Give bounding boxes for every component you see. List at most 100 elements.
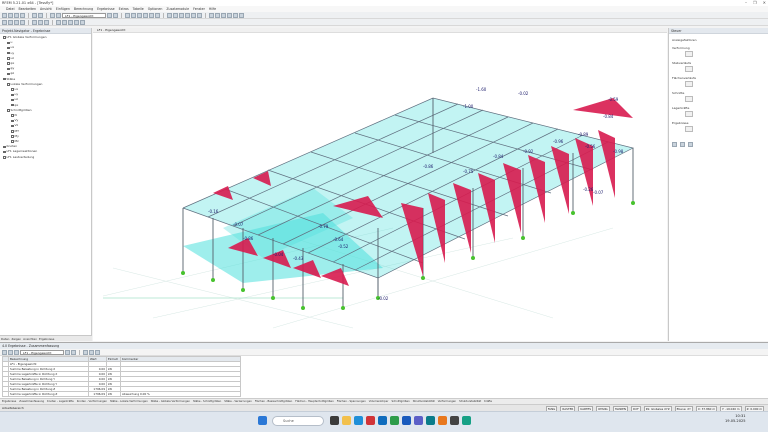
menu-table[interactable]: Tabelle	[133, 7, 144, 11]
tab-node-deformations[interactable]: Knoten - Verformungen	[77, 400, 107, 403]
app-icon[interactable]	[450, 416, 459, 425]
tab-surface-basic-forces[interactable]: Flächen - Basisschnittgrößen	[255, 400, 292, 403]
tab-surface-principal-forces[interactable]: Flächen - Hauptschnittgrößen	[295, 400, 333, 403]
menu-help[interactable]: Hilfe	[209, 7, 216, 11]
undo-icon[interactable]	[32, 12, 37, 18]
delete-icon[interactable]	[197, 12, 202, 18]
results-loadcase-select[interactable]: LF1 - Eigengewicht	[20, 349, 64, 355]
menu-insert[interactable]: Einfügen	[56, 7, 70, 11]
deformation-factor-input[interactable]	[685, 51, 693, 57]
show-values-icon[interactable]	[20, 19, 25, 25]
results-icon[interactable]	[56, 12, 61, 18]
member-diagram-input[interactable]	[685, 66, 693, 72]
radio[interactable]	[11, 114, 14, 117]
table-row[interactable]: Summe Lagerkräfte in Richtung Z 1796.09 kN…	[2, 391, 241, 397]
radio[interactable]	[11, 88, 14, 91]
radio[interactable]	[11, 93, 14, 97]
section-icon[interactable]	[80, 19, 85, 25]
edge-icon[interactable]	[354, 416, 363, 425]
tab-data[interactable]: Daten	[1, 337, 9, 341]
support-force-input[interactable]	[685, 111, 693, 117]
render-solid-icon[interactable]	[38, 19, 43, 25]
surface-diagram-input[interactable]	[685, 81, 693, 87]
checkbox[interactable]	[7, 109, 10, 112]
tab-solids[interactable]: Volumenkörper	[369, 400, 389, 403]
filter-icon[interactable]	[688, 142, 693, 147]
rfem-icon[interactable]	[426, 416, 435, 425]
menu-calculate[interactable]: Berechnung	[74, 7, 93, 11]
tab-summary[interactable]: Zusammenfassung	[19, 400, 44, 403]
tab-views[interactable]: Ansichten	[23, 337, 37, 341]
viewport-tab[interactable]: LF1 - Eigengewicht	[93, 28, 667, 33]
radio[interactable]	[11, 130, 14, 133]
tab-deformations[interactable]: Verformungen	[438, 400, 456, 403]
file-explorer-icon[interactable]	[342, 416, 351, 425]
radio[interactable]	[11, 140, 14, 143]
tab-surface-stresses[interactable]: Flächen - Spannungen	[337, 400, 366, 403]
member-icon[interactable]	[221, 12, 226, 18]
color-scale-icon[interactable]	[680, 142, 685, 147]
next-loadcase-icon[interactable]	[113, 12, 118, 18]
radio[interactable]	[7, 62, 10, 65]
mirror-icon[interactable]	[185, 12, 190, 18]
outlook-icon[interactable]	[378, 416, 387, 425]
open-file-icon[interactable]	[8, 12, 13, 18]
taskbar-search[interactable]: Suche	[272, 416, 324, 426]
copy-icon[interactable]	[191, 12, 196, 18]
tab-stability[interactable]: Strukturstabilität	[413, 400, 435, 403]
select-icon[interactable]	[167, 12, 172, 18]
radio[interactable]	[7, 51, 10, 55]
results-input[interactable]	[685, 126, 693, 132]
tab-results[interactable]: Ergebnisse	[39, 337, 54, 341]
zoom-icon[interactable]	[83, 349, 88, 355]
snap-icon[interactable]	[62, 19, 67, 25]
checkbox[interactable]	[3, 77, 6, 81]
checkbox[interactable]	[3, 36, 6, 39]
render-transparent-icon[interactable]	[44, 19, 49, 25]
print-icon[interactable]	[20, 12, 25, 18]
view-icon[interactable]	[89, 349, 94, 355]
radio[interactable]	[7, 57, 10, 60]
menu-results[interactable]: Ergebnisse	[97, 7, 114, 11]
view-x-icon[interactable]	[131, 12, 136, 18]
tree-item[interactable]: LF1 Lastverteilung	[3, 155, 91, 160]
zoom-all-icon[interactable]	[155, 12, 160, 18]
support-icon[interactable]	[233, 12, 238, 18]
grid-icon[interactable]	[56, 19, 61, 25]
app-icon[interactable]	[462, 416, 471, 425]
menu-window[interactable]: Fenster	[193, 7, 205, 11]
radio[interactable]	[7, 46, 10, 50]
previous-icon[interactable]	[65, 349, 70, 355]
radio[interactable]	[11, 103, 14, 107]
checkbox[interactable]	[3, 145, 6, 149]
filter-icon[interactable]	[8, 349, 13, 355]
model-viewport[interactable]: -1.60 -0.02 -0.59 -1.00 -0.84 -0.86 -0.9…	[93, 28, 667, 341]
move-icon[interactable]	[173, 12, 178, 18]
radio[interactable]	[11, 124, 14, 128]
radio[interactable]	[11, 119, 14, 123]
view-z-icon[interactable]	[143, 12, 148, 18]
start-icon[interactable]	[258, 416, 267, 425]
structure-3d-view[interactable]: -1.60 -0.02 -0.59 -1.00 -0.84 -0.86 -0.9…	[93, 28, 667, 341]
dimension-icon[interactable]	[68, 19, 73, 25]
settings-icon[interactable]	[672, 142, 677, 147]
show-results-icon[interactable]	[14, 19, 19, 25]
menu-tools[interactable]: Extras	[119, 7, 129, 11]
tab-node-support-forces[interactable]: Knoten - Lagerkräfte	[47, 400, 74, 403]
zoom-icon[interactable]	[149, 12, 154, 18]
show-loads-icon[interactable]	[8, 19, 13, 25]
app-icon[interactable]	[366, 416, 375, 425]
new-file-icon[interactable]	[2, 12, 7, 18]
tab-forces[interactable]: Kräfte	[484, 400, 492, 403]
menu-options[interactable]: Optionen	[148, 7, 163, 11]
table-icon[interactable]	[2, 349, 7, 355]
comment-icon[interactable]	[74, 19, 79, 25]
word-icon[interactable]	[402, 416, 411, 425]
menu-file[interactable]: Datei	[6, 7, 15, 11]
redo-icon[interactable]	[38, 12, 43, 18]
radio[interactable]	[7, 41, 10, 45]
next-icon[interactable]	[71, 349, 76, 355]
tab-member-internal-forces[interactable]: Stäbe - Schnittgrößen	[193, 400, 221, 403]
previous-loadcase-icon[interactable]	[107, 12, 112, 18]
show-model-icon[interactable]	[2, 19, 7, 25]
